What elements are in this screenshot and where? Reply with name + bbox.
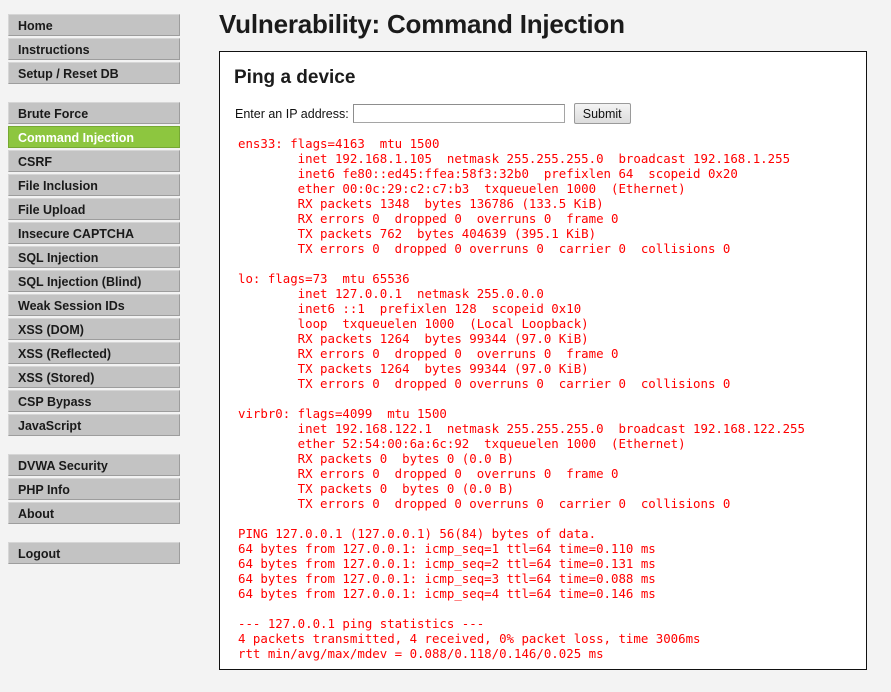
sidebar-item-logout[interactable]: Logout bbox=[8, 542, 180, 564]
sidebar-item-insecure-captcha[interactable]: Insecure CAPTCHA bbox=[8, 222, 180, 244]
sidebar-item-home[interactable]: Home bbox=[8, 14, 180, 36]
sidebar-item-sql-injection-blind[interactable]: SQL Injection (Blind) bbox=[8, 270, 180, 292]
submit-button[interactable]: Submit bbox=[573, 103, 631, 124]
sidebar-item-file-upload[interactable]: File Upload bbox=[8, 198, 180, 220]
sidebar-group-session: Logout bbox=[0, 542, 190, 564]
sidebar-item-command-injection[interactable]: Command Injection bbox=[8, 126, 180, 148]
sidebar-item-weak-session-ids[interactable]: Weak Session IDs bbox=[8, 294, 180, 316]
sidebar-item-xss-reflected[interactable]: XSS (Reflected) bbox=[8, 342, 180, 364]
dvwa-page: Home Instructions Setup / Reset DB Brute Fo… bbox=[0, 0, 891, 692]
vulnerability-panel: Ping a device Enter an IP address: Submi… bbox=[219, 51, 867, 670]
sidebar-item-sql-injection[interactable]: SQL Injection bbox=[8, 246, 180, 268]
ip-address-input[interactable] bbox=[352, 104, 565, 123]
sidebar-item-dvwa-security[interactable]: DVWA Security bbox=[8, 454, 180, 476]
ip-address-label: Enter an IP address: bbox=[235, 106, 349, 121]
sidebar-group-meta: DVWA Security PHP Info About bbox=[0, 454, 190, 524]
sidebar-navigation: Home Instructions Setup / Reset DB Brute Fo… bbox=[0, 0, 190, 564]
ping-form: Enter an IP address: Submit bbox=[234, 103, 852, 124]
sidebar-item-file-inclusion[interactable]: File Inclusion bbox=[8, 174, 180, 196]
main-content: Vulnerability: Command Injection Ping a … bbox=[208, 0, 891, 670]
command-output: ens33: flags=4163 mtu 1500 inet 192.168.… bbox=[238, 136, 805, 661]
sidebar-item-xss-dom[interactable]: XSS (DOM) bbox=[8, 318, 180, 340]
sidebar-group-primary: Home Instructions Setup / Reset DB bbox=[0, 14, 190, 84]
sidebar-item-javascript[interactable]: JavaScript bbox=[8, 414, 180, 436]
sidebar-item-brute-force[interactable]: Brute Force bbox=[8, 102, 180, 124]
sidebar-item-csp-bypass[interactable]: CSP Bypass bbox=[8, 390, 180, 412]
sidebar-item-instructions[interactable]: Instructions bbox=[8, 38, 180, 60]
sidebar-item-php-info[interactable]: PHP Info bbox=[8, 478, 180, 500]
page-title: Vulnerability: Command Injection bbox=[219, 9, 625, 39]
sidebar-item-about[interactable]: About bbox=[8, 502, 180, 524]
sidebar-item-xss-stored[interactable]: XSS (Stored) bbox=[8, 366, 180, 388]
sidebar-group-vulnerabilities: Brute Force Command Injection CSRF File Inc… bbox=[0, 102, 190, 436]
panel-heading: Ping a device bbox=[234, 67, 356, 88]
sidebar-item-csrf[interactable]: CSRF bbox=[8, 150, 180, 172]
sidebar-item-setup-reset-db[interactable]: Setup / Reset DB bbox=[8, 62, 180, 84]
